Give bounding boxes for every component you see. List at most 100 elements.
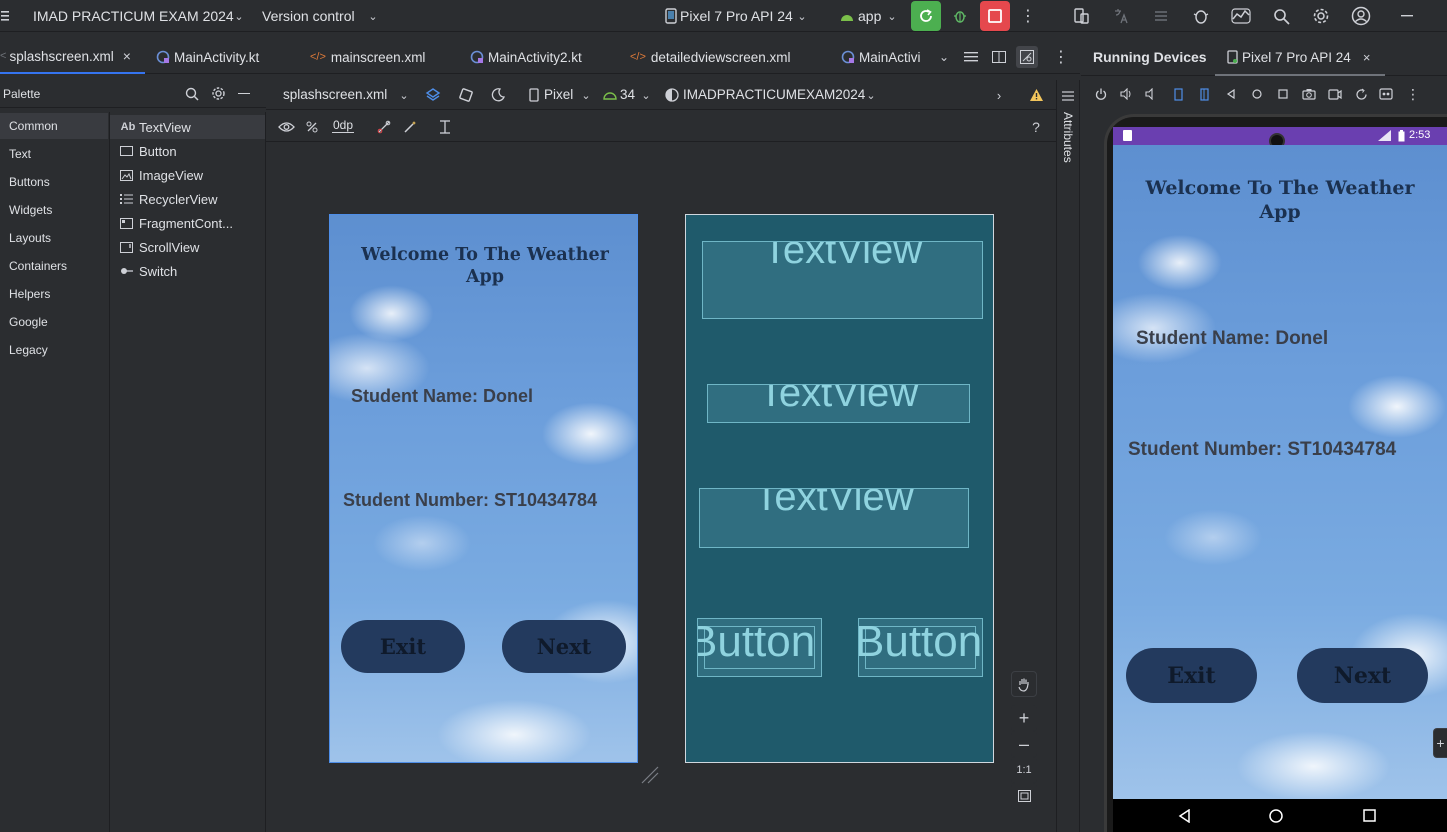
gear-icon[interactable] [211, 86, 226, 101]
stop-button[interactable] [980, 1, 1010, 31]
palette-item-recyclerview[interactable]: RecyclerView [110, 187, 265, 211]
version-control-menu[interactable]: Version control [262, 8, 355, 24]
tab-detailedviewscreen-xml[interactable]: </> detailedviewscreen.xml [630, 40, 790, 74]
student-name-text[interactable]: Student Name: Donel [351, 386, 533, 407]
warning-icon[interactable] [1026, 85, 1046, 105]
chevron-down-icon[interactable]: ⌄ [362, 5, 384, 27]
overview-icon[interactable] [1273, 84, 1293, 104]
rotate-left-icon[interactable] [1168, 84, 1188, 104]
screen-record-icon[interactable] [1325, 84, 1345, 104]
student-number-text[interactable]: Student Number: ST10434784 [343, 490, 597, 511]
running-device-tab[interactable]: Pixel 7 Pro API 24 × [1215, 40, 1385, 76]
blueprint-welcome-textview[interactable]: TextView [702, 241, 983, 319]
tab-mainactivity-truncated[interactable]: MainActivi [841, 40, 926, 74]
infer-constraints-wand-icon[interactable] [400, 117, 420, 137]
api-level-selector[interactable]: 34 [620, 87, 635, 102]
zoom-actual-size[interactable]: 1:1 [1011, 757, 1037, 783]
tab-list-chevron-icon[interactable]: ⌄ [933, 46, 955, 68]
palette-category-containers[interactable]: Containers [0, 253, 108, 279]
theme-selector[interactable]: IMADPRACTICUMEXAM2024 [683, 87, 865, 102]
search-icon[interactable] [1270, 5, 1292, 27]
night-mode-icon[interactable] [488, 85, 508, 105]
zoom-in-icon[interactable]: + [1011, 705, 1037, 731]
close-tab-icon[interactable]: × [1363, 50, 1371, 65]
zoom-to-fit-icon[interactable] [1011, 783, 1037, 809]
orientation-icon[interactable] [456, 85, 476, 105]
palette-item-switch[interactable]: Switch [110, 259, 265, 283]
preview-device-selector[interactable]: Pixel [544, 87, 573, 102]
gradle-sync-icon[interactable] [1150, 5, 1172, 27]
chevron-down-icon[interactable]: ⌄ [394, 85, 414, 105]
search-icon[interactable] [185, 87, 199, 101]
next-button[interactable]: Next [1297, 648, 1428, 703]
app-quality-icon[interactable] [1190, 5, 1212, 27]
volume-down-icon[interactable] [1141, 84, 1161, 104]
chevron-down-icon[interactable]: ⌄ [881, 5, 903, 27]
chevron-down-icon[interactable]: ⌄ [576, 85, 596, 105]
home-icon[interactable] [1247, 84, 1267, 104]
exit-button[interactable]: Exit [1126, 648, 1257, 703]
emulator-screen[interactable]: 2:53 Welcome To The Weather App Student … [1113, 127, 1447, 832]
debug-icon[interactable] [949, 5, 971, 27]
palette-category-text[interactable]: Text [0, 141, 108, 167]
device-manager-icon[interactable] [1070, 5, 1092, 27]
resize-handle-icon[interactable] [640, 765, 660, 785]
attributes-panel-icon[interactable] [1062, 90, 1074, 102]
welcome-title[interactable]: Welcome To The Weather App [350, 245, 620, 289]
guidelines-icon[interactable] [435, 117, 455, 137]
palette-category-buttons[interactable]: Buttons [0, 169, 108, 195]
design-preview[interactable]: Welcome To The Weather App Student Name:… [329, 214, 638, 763]
palette-item-textview[interactable]: Ab TextView [110, 115, 265, 139]
pan-hand-icon[interactable] [1011, 671, 1037, 697]
screenshot-camera-icon[interactable] [1299, 84, 1319, 104]
extended-controls-icon[interactable] [1376, 84, 1396, 104]
palette-category-common[interactable]: Common [0, 113, 108, 139]
tab-splashscreen-xml[interactable]: < splashscreen.xml × [0, 40, 145, 74]
more-options-icon[interactable]: ⋮ [1017, 5, 1039, 27]
blueprint-preview[interactable]: TextView TextView TextView Button Button [685, 214, 994, 763]
blueprint-exit-button[interactable]: Button [697, 618, 822, 677]
palette-item-fragmentcontainerview[interactable]: FragmentCont... [110, 211, 265, 235]
tab-mainscreen-xml[interactable]: </> mainscreen.xml [310, 40, 425, 74]
palette-item-scrollview[interactable]: ScrollView [110, 235, 265, 259]
zoom-out-icon[interactable]: – [1011, 731, 1037, 757]
palette-item-imageview[interactable]: ImageView [110, 163, 265, 187]
chevron-right-icon[interactable]: › [989, 85, 1009, 105]
more-tabs-icon[interactable]: ⋮ [1050, 46, 1072, 68]
tab-mainactivity-kt[interactable]: MainActivity.kt [156, 40, 259, 74]
nav-overview-icon[interactable] [1363, 809, 1376, 822]
snapshot-icon[interactable] [1351, 84, 1371, 104]
blueprint-next-button[interactable]: Button [858, 618, 983, 677]
volume-up-icon[interactable] [1116, 84, 1136, 104]
palette-category-widgets[interactable]: Widgets [0, 197, 108, 223]
profiler-icon[interactable] [1230, 5, 1252, 27]
power-icon[interactable] [1091, 84, 1111, 104]
minimize-window-icon[interactable] [1396, 5, 1418, 27]
more-options-icon[interactable]: ⋮ [1403, 84, 1423, 104]
palette-category-helpers[interactable]: Helpers [0, 281, 108, 307]
account-icon[interactable] [1350, 5, 1372, 27]
code-view-icon[interactable] [960, 46, 982, 68]
default-margins-selector[interactable]: 0dp [332, 118, 355, 133]
clear-constraints-icon[interactable] [374, 117, 394, 137]
nav-back-icon[interactable] [1178, 809, 1191, 823]
view-options-eye-icon[interactable] [276, 117, 296, 137]
chevron-down-icon[interactable]: ⌄ [791, 5, 813, 27]
back-icon[interactable] [1221, 84, 1241, 104]
palette-category-google[interactable]: Google [0, 309, 108, 335]
emulator-zoom-in-icon[interactable]: + [1433, 728, 1447, 758]
close-tab-icon[interactable]: × [123, 48, 131, 64]
main-menu-icon[interactable] [0, 5, 10, 27]
attributes-panel-label[interactable]: Attributes [1061, 112, 1075, 163]
blueprint-student-number-textview[interactable]: TextView [699, 488, 969, 548]
device-selector[interactable]: Pixel 7 Pro API 24 [680, 8, 793, 24]
palette-category-layouts[interactable]: Layouts [0, 225, 108, 251]
project-name[interactable]: IMAD PRACTICUM EXAM 2024 [33, 8, 234, 24]
minimize-panel-icon[interactable] [238, 93, 250, 95]
rotate-right-icon[interactable] [1194, 84, 1214, 104]
chevron-down-icon[interactable]: ⌄ [861, 85, 881, 105]
apply-changes-button[interactable] [911, 1, 941, 31]
design-view-icon[interactable] [1016, 46, 1038, 68]
autoconnect-off-icon[interactable] [302, 117, 322, 137]
palette-item-button[interactable]: Button [110, 139, 265, 163]
